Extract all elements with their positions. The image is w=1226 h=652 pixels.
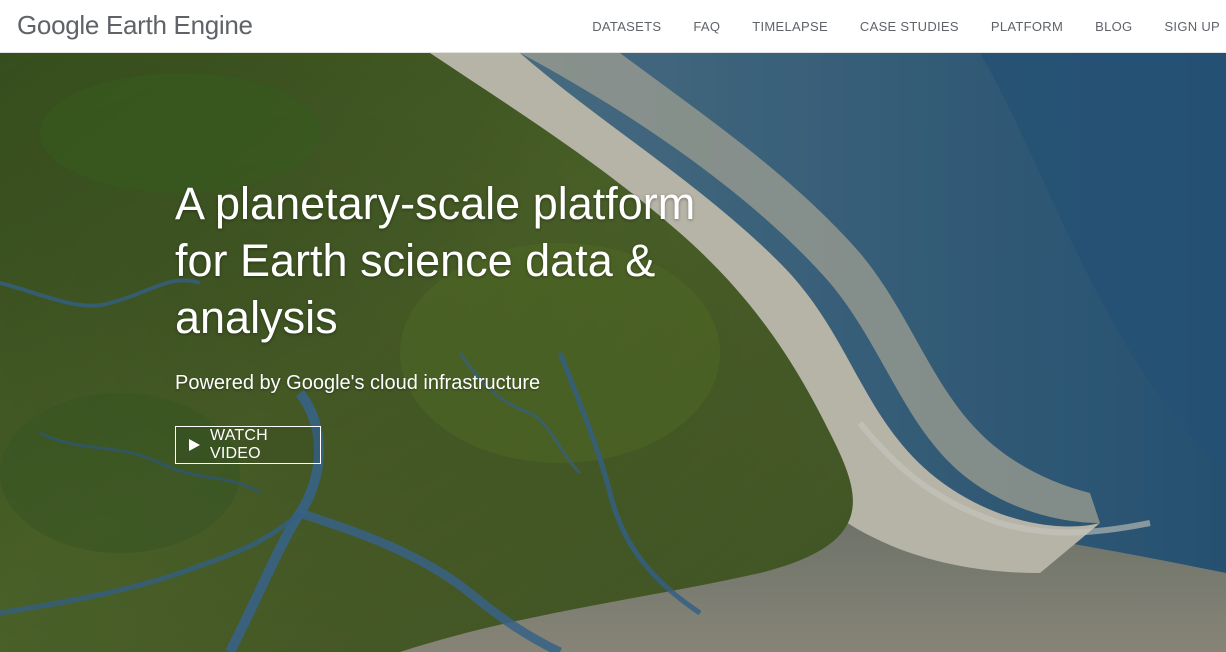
nav-blog[interactable]: BLOG <box>1095 19 1132 34</box>
hero-text-block: A planetary-scale platform for Earth sci… <box>175 175 815 464</box>
google-earth-engine-logo[interactable]: Google Earth Engine <box>17 10 253 41</box>
hero-subheadline: Powered by Google's cloud infrastructure <box>175 372 541 394</box>
headline-line-2: for Earth science data & <box>175 235 656 286</box>
headline-line-1: A planetary-scale platform <box>175 178 696 229</box>
nav-datasets[interactable]: DATASETS <box>592 19 661 34</box>
headline-line-3: analysis <box>175 292 338 343</box>
play-icon <box>189 439 200 451</box>
nav-faq[interactable]: FAQ <box>693 19 720 34</box>
nav-sign-up[interactable]: SIGN UP <box>1164 19 1220 34</box>
hero-headline: A planetary-scale platform for Earth sci… <box>175 175 815 346</box>
top-navigation-bar: Google Earth Engine DATASETS FAQ TIMELAP… <box>0 0 1226 53</box>
nav-case-studies[interactable]: CASE STUDIES <box>860 19 959 34</box>
watch-video-label: WATCH VIDEO <box>210 427 268 462</box>
hero-section: A planetary-scale platform for Earth sci… <box>0 53 1226 652</box>
watch-video-button[interactable]: WATCH VIDEO <box>175 426 321 464</box>
nav-timelapse[interactable]: TIMELAPSE <box>752 19 828 34</box>
main-nav: DATASETS FAQ TIMELAPSE CASE STUDIES PLAT… <box>560 0 1220 52</box>
nav-platform[interactable]: PLATFORM <box>991 19 1063 34</box>
